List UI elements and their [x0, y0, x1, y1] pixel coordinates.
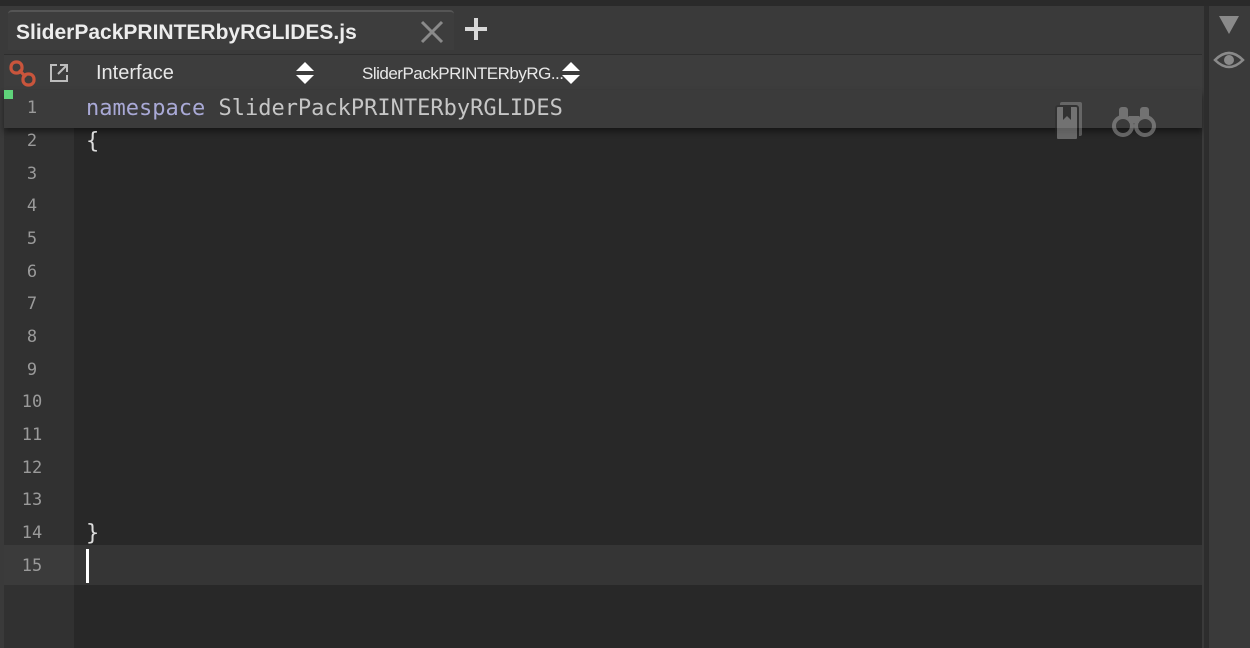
- eye-icon[interactable]: [1213, 48, 1245, 72]
- tab-script-file[interactable]: SliderPackPRINTERbyRGLIDES.js: [8, 10, 454, 50]
- line-number: 13: [21, 490, 43, 510]
- line-number: 2: [26, 131, 38, 151]
- line-number: 14: [21, 523, 43, 543]
- line-number: 7: [26, 294, 38, 314]
- line-number: 12: [21, 458, 43, 478]
- bookmark-icon[interactable]: [1054, 100, 1086, 142]
- line-number: 10: [21, 392, 43, 412]
- code-line[interactable]: 11: [4, 419, 1202, 452]
- line-number: 3: [26, 164, 38, 184]
- code-line[interactable]: 6: [4, 256, 1202, 289]
- triangle-down-icon[interactable]: [1217, 14, 1241, 36]
- plus-icon[interactable]: [462, 15, 490, 43]
- line-text: namespace SliderPackPRINTERbyRGLIDES: [86, 92, 563, 125]
- binoculars-icon[interactable]: [1112, 104, 1156, 138]
- code-line[interactable]: 5: [4, 223, 1202, 256]
- code-line[interactable]: 7: [4, 288, 1202, 321]
- namespace-dropdown[interactable]: Interface: [96, 62, 174, 85]
- line-number: 5: [26, 229, 38, 249]
- code-editor[interactable]: 1 namespace SliderPackPRINTERbyRGLIDES 2…: [4, 90, 1202, 648]
- link-icon[interactable]: [8, 59, 38, 89]
- code-line[interactable]: 1 namespace SliderPackPRINTERbyRGLIDES: [4, 92, 1202, 125]
- code-line[interactable]: 2 {: [4, 125, 1202, 158]
- editor-toolbar: Interface SliderPackPRINTERbyRG...: [4, 54, 1202, 90]
- line-text: }: [86, 521, 100, 546]
- external-link-icon[interactable]: [48, 62, 70, 84]
- sort-updown-icon[interactable]: [560, 60, 582, 86]
- identifier-token: SliderPackPRINTERbyRGLIDES: [205, 96, 563, 121]
- line-number: 8: [26, 327, 38, 347]
- code-line[interactable]: 9: [4, 354, 1202, 387]
- tab-title: SliderPackPRINTERbyRGLIDES.js: [16, 21, 357, 44]
- text-cursor: [86, 549, 89, 583]
- line-number: 11: [21, 425, 43, 445]
- line-number: 4: [26, 196, 38, 216]
- close-icon[interactable]: [418, 18, 446, 46]
- line-number: 9: [26, 360, 38, 380]
- line-number: 1: [26, 98, 38, 118]
- sort-updown-icon[interactable]: [294, 60, 316, 86]
- code-line[interactable]: 14 }: [4, 517, 1202, 550]
- line-text: {: [86, 129, 100, 154]
- code-line[interactable]: 3: [4, 158, 1202, 191]
- code-line[interactable]: 4: [4, 190, 1202, 223]
- keyword-token: namespace: [86, 96, 206, 121]
- script-editor-window: SliderPackPRINTERbyRGLIDES.js Interface …: [0, 0, 1250, 648]
- function-dropdown[interactable]: SliderPackPRINTERbyRG...: [362, 64, 564, 84]
- code-line[interactable]: 12: [4, 452, 1202, 485]
- tab-bar: SliderPackPRINTERbyRGLIDES.js: [4, 6, 1204, 50]
- code-line[interactable]: 13: [4, 484, 1202, 517]
- code-line[interactable]: 8: [4, 321, 1202, 354]
- line-number: 15: [21, 556, 43, 576]
- line-number: 6: [26, 262, 38, 282]
- code-line[interactable]: 15: [4, 550, 1202, 583]
- code-line[interactable]: 10: [4, 386, 1202, 419]
- side-panel: [1208, 6, 1250, 648]
